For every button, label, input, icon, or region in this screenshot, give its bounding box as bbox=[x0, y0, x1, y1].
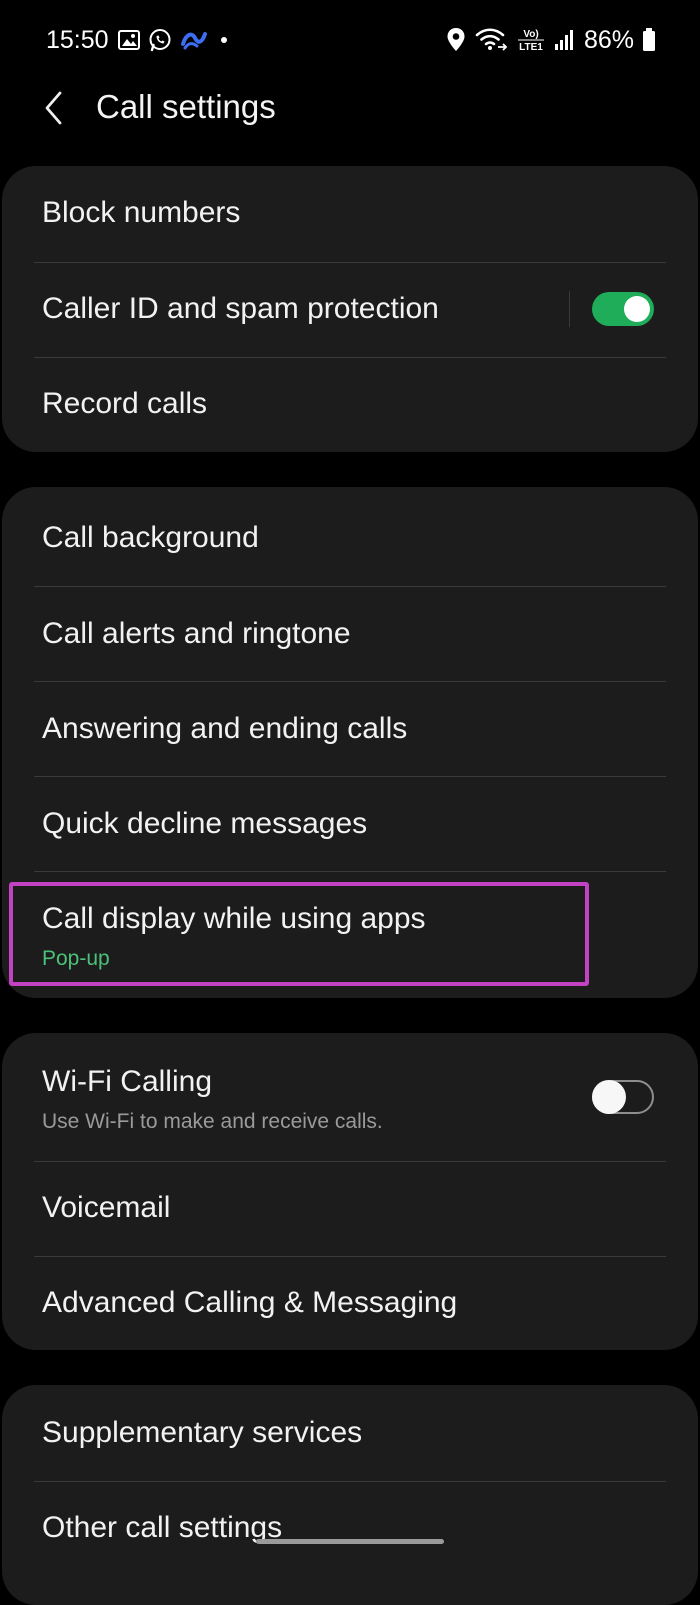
app-header: Call settings bbox=[0, 80, 700, 136]
page-title: Call settings bbox=[96, 88, 276, 125]
answering-ending-calls-item[interactable]: Answering and ending calls bbox=[2, 681, 698, 776]
battery-percent: 86% bbox=[583, 25, 634, 54]
volte-label: Vo) bbox=[523, 29, 538, 40]
caller-id-spam-item[interactable]: Caller ID and spam protection bbox=[2, 262, 698, 357]
voicemail-label: Voicemail bbox=[42, 1191, 171, 1224]
wifi-calling-toggle[interactable] bbox=[592, 1080, 654, 1114]
status-time: 15:50 bbox=[46, 26, 109, 54]
wifi-calling-icon bbox=[474, 27, 508, 53]
supplementary-services-item[interactable]: Supplementary services bbox=[2, 1385, 698, 1481]
home-indicator[interactable] bbox=[256, 1539, 444, 1544]
quick-decline-messages-label: Quick decline messages bbox=[42, 807, 368, 840]
back-button[interactable] bbox=[30, 84, 78, 132]
call-display-using-apps-item[interactable]: Call display while using apps Pop-up bbox=[2, 871, 698, 998]
call-alerts-ringtone-label: Call alerts and ringtone bbox=[42, 617, 351, 650]
supplementary-services-label: Supplementary services bbox=[42, 1416, 363, 1449]
lte-label: LTE1 bbox=[519, 42, 543, 53]
advanced-calling-messaging-label: Advanced Calling & Messaging bbox=[42, 1286, 458, 1319]
call-background-label: Call background bbox=[42, 521, 259, 554]
system-status-icons: Vo) LTE1 86% bbox=[446, 24, 656, 56]
settings-group-2: Call background Call alerts and ringtone… bbox=[2, 487, 698, 998]
wifi-calling-label: Wi-Fi Calling bbox=[42, 1065, 213, 1098]
quick-decline-messages-item[interactable]: Quick decline messages bbox=[2, 776, 698, 871]
wifi-calling-summary: Use Wi-Fi to make and receive calls. bbox=[42, 1110, 383, 1133]
call-background-item[interactable]: Call background bbox=[2, 487, 698, 586]
toggle-knob bbox=[592, 1080, 626, 1114]
record-calls-label: Record calls bbox=[42, 387, 208, 420]
settings-group-1: Block numbers Caller ID and spam protect… bbox=[2, 166, 698, 452]
call-display-value: Pop-up bbox=[42, 947, 110, 970]
voicemail-item[interactable]: Voicemail bbox=[2, 1161, 698, 1256]
record-calls-item[interactable]: Record calls bbox=[2, 357, 698, 452]
caller-id-spam-label: Caller ID and spam protection bbox=[42, 292, 439, 325]
call-display-using-apps-label: Call display while using apps bbox=[42, 902, 426, 935]
advanced-calling-messaging-item[interactable]: Advanced Calling & Messaging bbox=[2, 1256, 698, 1350]
whatsapp-icon bbox=[148, 28, 172, 52]
toggle-knob bbox=[624, 296, 650, 322]
signal-icon bbox=[554, 28, 576, 52]
volte-icon: Vo) LTE1 bbox=[516, 26, 546, 54]
wifi-calling-item[interactable]: Wi-Fi Calling Use Wi-Fi to make and rece… bbox=[2, 1033, 698, 1161]
other-call-settings-item[interactable]: Other call settings bbox=[2, 1481, 698, 1576]
location-icon bbox=[446, 27, 466, 53]
vertical-separator bbox=[569, 291, 570, 327]
block-numbers-item[interactable]: Block numbers bbox=[2, 166, 698, 262]
chevron-left-icon bbox=[42, 90, 66, 126]
notification-icons bbox=[118, 26, 232, 54]
dot-icon bbox=[216, 30, 232, 50]
settings-group-4: Supplementary services Other call settin… bbox=[2, 1385, 698, 1605]
block-numbers-label: Block numbers bbox=[42, 196, 241, 229]
settings-group-3: Wi-Fi Calling Use Wi-Fi to make and rece… bbox=[2, 1033, 698, 1350]
status-bar: 15:50 Vo) LTE1 86% bbox=[0, 0, 700, 80]
battery-icon bbox=[642, 28, 656, 52]
caller-id-spam-toggle[interactable] bbox=[592, 292, 654, 326]
app-notification-icon bbox=[180, 29, 208, 51]
call-alerts-ringtone-item[interactable]: Call alerts and ringtone bbox=[2, 586, 698, 681]
gallery-icon bbox=[118, 30, 140, 50]
other-call-settings-label: Other call settings bbox=[42, 1511, 283, 1544]
answering-ending-calls-label: Answering and ending calls bbox=[42, 712, 408, 745]
